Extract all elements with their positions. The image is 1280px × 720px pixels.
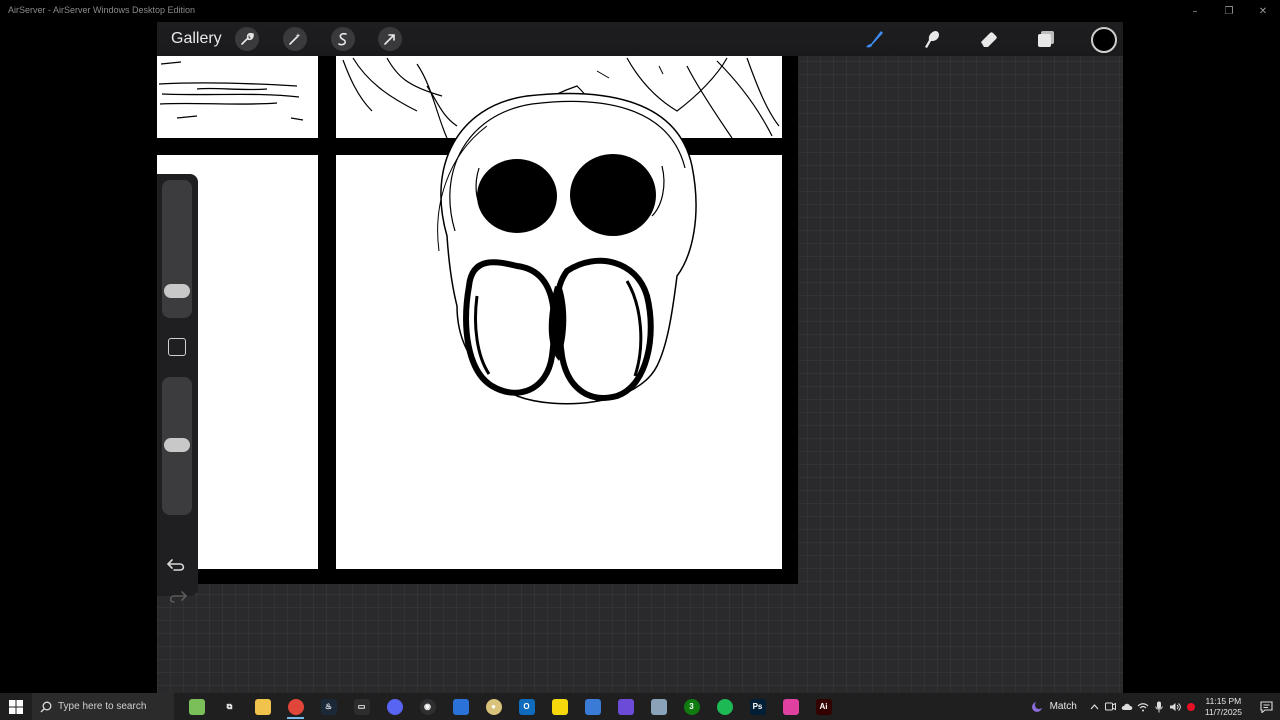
meet-icon[interactable] [1103,702,1119,711]
speaker-icon[interactable] [1167,702,1183,712]
taskbar-app-photoshop[interactable]: Ps [741,693,774,720]
illustrator-icon: Ai [815,698,832,715]
search-placeholder: Type here to search [58,701,147,712]
search-icon [40,701,52,712]
sticky-notes-icon [551,698,568,715]
taskbar-app-app-gradient[interactable] [774,693,807,720]
start-button[interactable] [0,693,32,720]
taskbar-app-outlook[interactable]: O [510,693,543,720]
taskbar-app-obs[interactable]: ◉ [411,693,444,720]
app-disc-icon: ● [485,698,502,715]
window-controls: – ❐ ✕ [1178,0,1280,22]
skull-sketch [437,65,697,405]
recording-indicator-icon[interactable] [1183,702,1199,712]
brush-size-slider[interactable] [162,180,192,318]
host-window-title: AirServer - AirServer Windows Desktop Ed… [8,5,196,15]
potion-app-icon [188,698,205,715]
taskbar-app-sticky-notes[interactable] [543,693,576,720]
procreate-toolbar: Gallery [157,22,1123,56]
drawing-canvas[interactable] [157,56,798,584]
artwork [157,56,782,569]
obs-icon: ◉ [419,698,436,715]
app-blue-icon [452,698,469,715]
app-gradient-icon [782,698,799,715]
close-button[interactable]: ✕ [1246,0,1280,22]
steam-icon: ♨ [320,698,337,715]
taskbar-app-task-view[interactable]: ⧉ [213,693,246,720]
taskbar-apps: ⧉ ♨ ▭ ◉ ● O 3 Ps Ai [180,693,840,720]
taskbar-app-app-purple[interactable] [609,693,642,720]
taskbar-app-potion-app[interactable] [180,693,213,720]
app-purple-icon [617,698,634,715]
gallery-button[interactable]: Gallery [171,30,222,48]
opacity-thumb[interactable] [164,438,190,452]
clock-time: 11:15 PM [1205,695,1242,706]
selection-icon[interactable] [331,27,355,51]
taskbar-app-xbox[interactable]: 3 [675,693,708,720]
taskbar: Type here to search ⧉ ♨ ▭ ◉ ● O 3 Ps Ai Match [0,693,1280,720]
taskbar-app-store[interactable]: ▭ [345,693,378,720]
weather-label: Match [1049,701,1077,712]
spotify-icon [716,698,733,715]
wifi-icon[interactable] [1135,702,1151,712]
chevron-up-icon[interactable] [1087,703,1103,710]
store-icon: ▭ [353,698,370,715]
microphone-icon[interactable] [1151,701,1167,713]
app-cube-icon [584,698,601,715]
wrench-icon[interactable] [235,27,259,51]
redo-icon[interactable] [166,588,188,606]
taskbar-app-illustrator[interactable]: Ai [807,693,840,720]
windows-logo-icon [9,699,23,714]
photoshop-icon: Ps [749,698,766,715]
taskbar-search[interactable]: Type here to search [32,693,174,720]
minimize-button[interactable]: – [1178,0,1212,22]
modify-button[interactable] [168,338,186,356]
task-view-icon: ⧉ [221,698,238,715]
taskbar-app-app-cube[interactable] [576,693,609,720]
weather-widget[interactable]: Match [1030,700,1077,714]
taskbar-app-app-disc[interactable]: ● [477,693,510,720]
taskbar-app-file-explorer[interactable] [246,693,279,720]
brush-icon[interactable] [862,27,886,51]
notification-center-icon[interactable] [1252,700,1280,713]
taskbar-app-app-cloud[interactable] [642,693,675,720]
taskbar-app-spotify[interactable] [708,693,741,720]
chrome-icon [287,698,304,715]
file-explorer-icon [254,698,271,715]
transform-icon[interactable] [378,27,402,51]
brush-size-thumb[interactable] [164,284,190,298]
taskbar-app-discord[interactable] [378,693,411,720]
clock-date: 11/7/2025 [1204,706,1242,717]
clock[interactable]: 11:15 PM 11/7/2025 [1205,696,1242,718]
xbox-icon: 3 [683,698,700,715]
opacity-slider[interactable] [162,377,192,515]
procreate-screen: Gallery [157,22,1123,693]
taskbar-app-chrome[interactable] [279,693,312,720]
onedrive-icon[interactable] [1119,703,1135,711]
smudge-icon[interactable] [919,27,943,51]
eraser-icon[interactable] [977,27,1001,51]
undo-icon[interactable] [166,556,188,574]
app-cloud-icon [650,698,667,715]
restore-button[interactable]: ❐ [1212,0,1246,22]
taskbar-app-steam[interactable]: ♨ [312,693,345,720]
color-picker-swatch[interactable] [1091,27,1117,53]
outlook-icon: O [518,698,535,715]
sidebar [157,174,198,603]
layers-icon[interactable] [1034,27,1058,51]
system-tray: Match 11:15 PM 11/7/2025 [1030,693,1280,720]
taskbar-app-app-blue[interactable] [444,693,477,720]
weather-icon [1031,700,1043,712]
discord-icon [386,698,403,715]
magic-wand-icon[interactable] [283,27,307,51]
